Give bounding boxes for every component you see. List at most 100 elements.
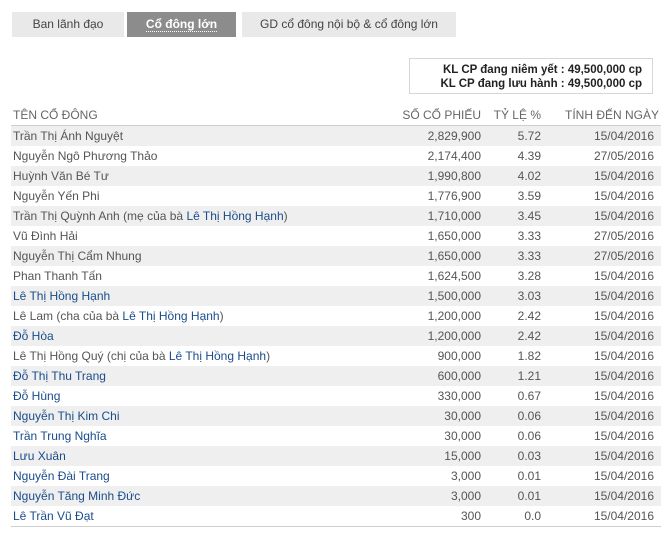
cell-shareholder-name: Huỳnh Văn Bé Tư xyxy=(11,166,379,186)
cell-shareholder-name: Lê Trần Vũ Đạt xyxy=(11,506,379,527)
shareholder-name-link[interactable]: Lê Thị Hồng Hạnh xyxy=(13,289,110,303)
cell-date: 15/04/2016 xyxy=(543,446,661,466)
cell-shares: 1,650,000 xyxy=(427,229,481,243)
shareholder-name-link[interactable]: Nguyễn Thị Kim Chi xyxy=(13,409,120,423)
table-row: Lê Thị Hồng Quý (chị của bà Lê Thị Hồng … xyxy=(11,346,661,366)
cell-shares: 30,000 xyxy=(444,429,481,443)
cell-shareholder-name: Lưu Xuân xyxy=(11,446,379,466)
cell-percent: 4.39 xyxy=(517,149,541,163)
cell-shares: 2,174,400 xyxy=(427,149,481,163)
cell-date: 15/04/2016 xyxy=(543,286,661,306)
table-row: Đỗ Hòa 1,200,000 2.42 15/04/2016 xyxy=(11,326,661,346)
shareholder-name-link[interactable]: Đỗ Thị Thu Trang xyxy=(13,369,106,383)
table-row: Nguyễn Tăng Minh Đức 3,000 0.01 15/04/2016 xyxy=(11,486,661,506)
table-row: Đỗ Hùng 330,000 0.67 15/04/2016 xyxy=(11,386,661,406)
cell-percent: 0.06 xyxy=(517,429,541,443)
cell-percent: 2.42 xyxy=(517,309,541,323)
shareholder-name-suffix: ) xyxy=(266,349,271,363)
shareholder-name-link[interactable]: Lê Thị Hồng Hạnh xyxy=(186,209,283,223)
shareholder-name-link[interactable]: Lê Thị Hồng Hạnh xyxy=(122,309,219,323)
cell-date: 27/05/2016 xyxy=(543,246,661,266)
shareholder-name-prefix: Lê Lam (cha của bà xyxy=(13,309,123,323)
table-row: Nguyễn Thị Cẩm Nhung 1,650,000 3.33 27/05/2… xyxy=(11,246,661,266)
table-row: Lê Lam (cha của bà Lê Thị Hồng Hạnh) 1,20… xyxy=(11,306,661,326)
cell-shareholder-name: Trần Thị Quỳnh Anh (mẹ của bà Lê Thị Hồn… xyxy=(11,206,379,226)
cell-shareholder-name: Lê Thị Hồng Hạnh xyxy=(11,286,379,306)
shareholder-name-prefix: Trần Thị Quỳnh Anh (mẹ của bà xyxy=(13,209,187,223)
tab-insider-transactions[interactable]: GD cổ đông nội bộ & cổ đông lớn xyxy=(242,12,456,37)
shareholder-name-link[interactable]: Đỗ Hùng xyxy=(13,389,60,403)
outstanding-shares-text: KL CP đang lưu hành : 49,500,000 cp xyxy=(440,78,642,90)
cell-shareholder-name: Nguyễn Yến Phi xyxy=(11,186,379,206)
cell-date: 15/04/2016 xyxy=(593,309,654,323)
header-percent: TỶ LỆ % xyxy=(483,104,543,126)
table-row: Lê Thị Hồng Hạnh 1,500,000 3.03 15/04/2016 xyxy=(11,286,661,306)
cell-percent: 0.0 xyxy=(483,506,543,527)
cell-percent: 3.28 xyxy=(517,269,541,283)
cell-percent: 0.01 xyxy=(517,469,541,483)
cell-percent: 5.72 xyxy=(483,125,543,146)
cell-shares: 3,000 xyxy=(450,469,481,483)
cell-shares: 1,624,500 xyxy=(427,269,481,283)
tab-label: Ban lãnh đạo xyxy=(32,17,104,31)
cell-shareholder-name: Nguyễn Thị Cẩm Nhung xyxy=(11,246,379,266)
cell-shareholder-name: Lê Lam (cha của bà Lê Thị Hồng Hạnh) xyxy=(11,306,379,326)
shareholder-name-link[interactable]: Lê Trần Vũ Đạt xyxy=(13,509,94,523)
cell-date: 15/04/2016 xyxy=(593,269,654,283)
cell-date: 15/04/2016 xyxy=(543,486,661,506)
shareholder-name-link[interactable]: Nguyễn Tăng Minh Đức xyxy=(13,489,140,503)
shareholder-name-text: Nguyễn Ngô Phương Thảo xyxy=(13,149,158,163)
table-row: Đỗ Thị Thu Trang 600,000 1.21 15/04/2016 xyxy=(11,366,661,386)
cell-shares: 2,829,900 xyxy=(379,125,483,146)
cell-shareholder-name: Lê Thị Hồng Quý (chị của bà Lê Thị Hồng … xyxy=(11,346,379,366)
table-row: Huỳnh Văn Bé Tư 1,990,800 4.02 15/04/2016 xyxy=(11,166,661,186)
shareholder-name-link[interactable]: Trần Trung Nghĩa xyxy=(13,429,107,443)
cell-shareholder-name: Nguyễn Tăng Minh Đức xyxy=(11,486,379,506)
cell-date: 15/04/2016 xyxy=(593,469,654,483)
shareholder-name-link[interactable]: Lê Thị Hồng Hạnh xyxy=(169,349,266,363)
table-row: Nguyễn Đài Trang 3,000 0.01 15/04/2016 xyxy=(11,466,661,486)
cell-shares: 1,650,000 xyxy=(379,246,483,266)
cell-percent: 1.82 xyxy=(517,349,541,363)
shareholder-name-text: Nguyễn Yến Phi xyxy=(13,189,100,203)
shareholder-name-suffix: ) xyxy=(283,209,288,223)
cell-shares: 330,000 xyxy=(437,389,481,403)
table-row: Trần Thị Ánh Nguyệt 2,829,900 5.72 15/04/20… xyxy=(11,125,661,146)
cell-shareholder-name: Đỗ Hòa xyxy=(11,326,379,346)
cell-date: 15/04/2016 xyxy=(593,189,654,203)
cell-shares: 300 xyxy=(379,506,483,527)
shareholder-name-link[interactable]: Lưu Xuân xyxy=(13,449,66,463)
cell-shares: 15,000 xyxy=(379,446,483,466)
cell-shareholder-name: Đỗ Thị Thu Trang xyxy=(11,366,379,386)
table-row: Lê Trần Vũ Đạt 300 0.0 15/04/2016 xyxy=(11,506,661,527)
table-row: Nguyễn Ngô Phương Thảo 2,174,400 4.39 27/05… xyxy=(11,146,661,166)
cell-date: 27/05/2016 xyxy=(593,229,654,243)
header-date: TÍNH ĐẾN NGÀY xyxy=(543,104,661,126)
tab-major-shareholders[interactable]: Cổ đông lớn xyxy=(127,12,236,37)
cell-shareholder-name: Vũ Đình Hải xyxy=(11,226,379,246)
cell-percent: 2.42 xyxy=(483,326,543,346)
cell-shareholder-name: Phan Thanh Tấn xyxy=(11,266,379,286)
shareholder-name-prefix: Lê Thị Hồng Quý (chị của bà xyxy=(13,349,169,363)
shareholder-name-link[interactable]: Đỗ Hòa xyxy=(13,329,54,343)
cell-date: 15/04/2016 xyxy=(593,349,654,363)
tab-leadership[interactable]: Ban lãnh đạo xyxy=(12,12,124,37)
shareholder-name-suffix: ) xyxy=(219,309,224,323)
cell-date: 15/04/2016 xyxy=(543,125,661,146)
shareholder-name-link[interactable]: Nguyễn Đài Trang xyxy=(13,469,110,483)
cell-date: 15/04/2016 xyxy=(543,326,661,346)
cell-shares: 1,500,000 xyxy=(379,286,483,306)
cell-percent: 4.02 xyxy=(483,166,543,186)
cell-percent: 1.21 xyxy=(483,366,543,386)
table-row: Vũ Đình Hải 1,650,000 3.33 27/05/2016 xyxy=(11,226,661,246)
tab-label: GD cổ đông nội bộ & cổ đông lớn xyxy=(260,17,438,31)
table-row: Nguyễn Thị Kim Chi 30,000 0.06 15/04/2016 xyxy=(11,406,661,426)
cell-percent: 3.03 xyxy=(483,286,543,306)
header-shares: SỐ CỔ PHIẾU xyxy=(379,104,483,126)
cell-shares: 3,000 xyxy=(379,486,483,506)
cell-shares: 600,000 xyxy=(379,366,483,386)
shareholder-name-text: Huỳnh Văn Bé Tư xyxy=(13,169,109,183)
cell-percent: 0.06 xyxy=(483,406,543,426)
table-row: Lưu Xuân 15,000 0.03 15/04/2016 xyxy=(11,446,661,466)
cell-shares: 1,200,000 xyxy=(379,326,483,346)
